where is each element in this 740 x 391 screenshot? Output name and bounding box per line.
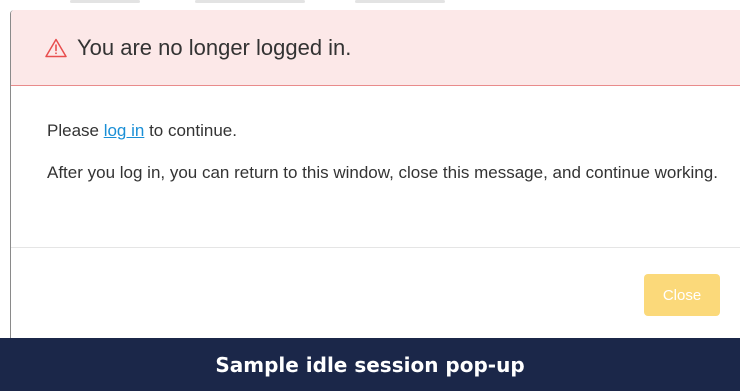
- backdrop-hint: [355, 0, 445, 3]
- close-button[interactable]: Close: [644, 274, 720, 316]
- idle-session-dialog: You are no longer logged in. Please log …: [10, 10, 740, 338]
- login-prompt-prefix: Please: [47, 121, 104, 140]
- caption-bar: Sample idle session pop-up: [0, 338, 740, 391]
- dialog-body: Please log in to continue. After you log…: [47, 118, 720, 185]
- backdrop-hint: [70, 0, 140, 3]
- login-prompt: Please log in to continue.: [47, 118, 720, 143]
- backdrop-hint: [195, 0, 305, 3]
- return-instructions: After you log in, you can return to this…: [47, 163, 718, 182]
- footer-divider: [11, 247, 740, 248]
- login-prompt-suffix: to continue.: [144, 121, 237, 140]
- backdrop: [0, 0, 740, 10]
- dialog-title: You are no longer logged in.: [77, 34, 352, 60]
- dialog-header: You are no longer logged in.: [11, 10, 740, 86]
- login-link[interactable]: log in: [104, 121, 145, 140]
- caption-text: Sample idle session pop-up: [215, 352, 525, 377]
- warning-triangle-icon: [45, 38, 67, 58]
